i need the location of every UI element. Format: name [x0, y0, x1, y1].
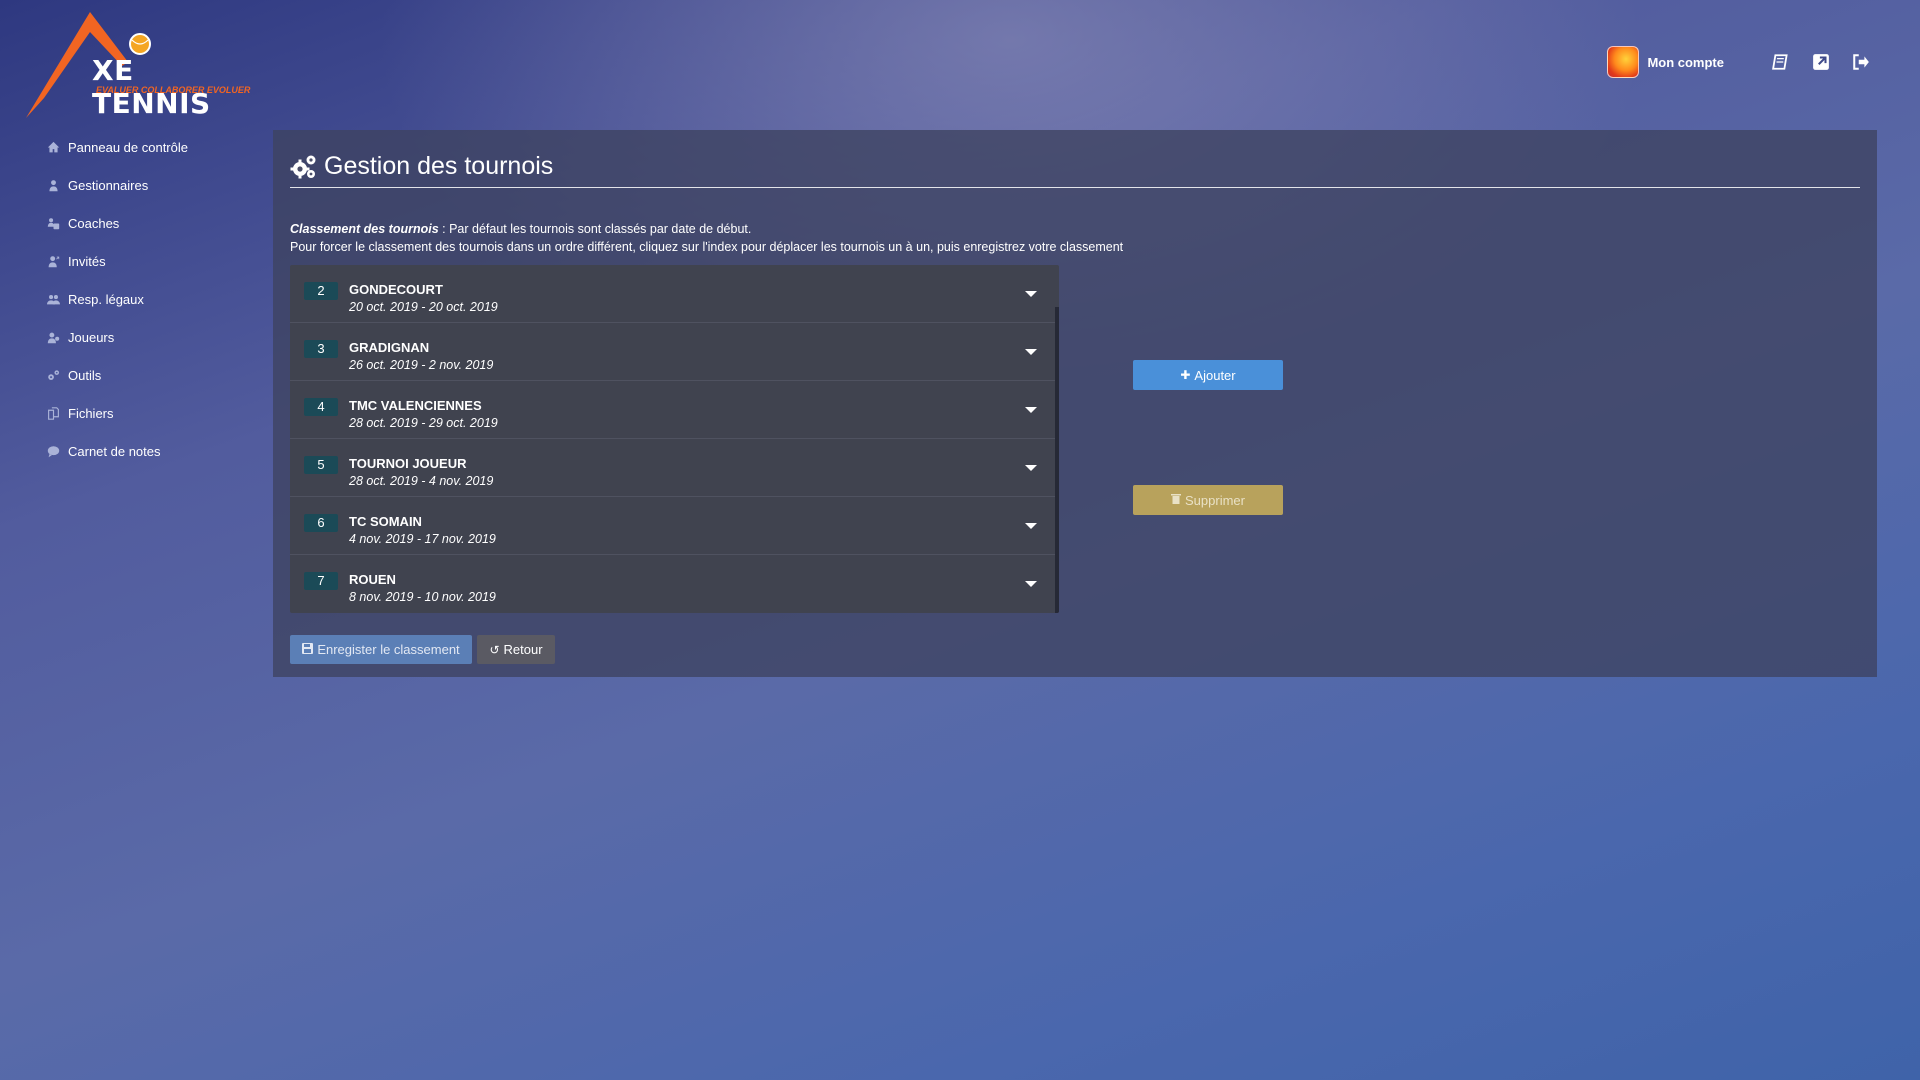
list-item[interactable]: 2 GONDECOURT 20 oct. 2019 - 20 oct. 2019 — [290, 265, 1059, 323]
index-badge[interactable]: 4 — [304, 398, 338, 416]
cogs-icon — [46, 368, 60, 382]
page-header: Gestion des tournois — [290, 152, 1860, 188]
sidebar-item-invites[interactable]: Invités — [46, 242, 266, 280]
tournament-dates: 20 oct. 2019 - 20 oct. 2019 — [349, 300, 498, 314]
caret-down-icon[interactable] — [1025, 407, 1037, 413]
sidebar-item-carnet[interactable]: Carnet de notes — [46, 432, 266, 470]
caret-down-icon[interactable] — [1025, 581, 1037, 587]
sidebar-item-label: Panneau de contrôle — [68, 139, 188, 155]
sidebar-item-label: Invités — [68, 253, 106, 269]
sidebar-item-coaches[interactable]: Coaches — [46, 204, 266, 242]
index-badge[interactable]: 3 — [304, 340, 338, 358]
caret-down-icon[interactable] — [1025, 465, 1037, 471]
tournament-dates: 4 nov. 2019 - 17 nov. 2019 — [349, 532, 496, 546]
tournament-dates: 26 oct. 2019 - 2 nov. 2019 — [349, 358, 494, 372]
list-item[interactable]: 3 GRADIGNAN 26 oct. 2019 - 2 nov. 2019 — [290, 323, 1059, 381]
info-heading: Classement des tournois — [290, 222, 439, 236]
tournament-name: TMC VALENCIENNES — [349, 398, 482, 413]
ranking-info: Classement des tournois : Par défaut les… — [290, 220, 1123, 256]
guest-icon — [46, 254, 60, 268]
list-item[interactable]: 5 TOURNOI JOUEUR 28 oct. 2019 - 4 nov. 2… — [290, 439, 1059, 497]
sidebar-item-label: Resp. légaux — [68, 291, 144, 307]
tournament-panel: Gestion des tournois Classement des tour… — [273, 130, 1877, 677]
tournament-list: 2 GONDECOURT 20 oct. 2019 - 20 oct. 2019… — [290, 265, 1059, 613]
sidebar-item-label: Carnet de notes — [68, 443, 161, 459]
account-link[interactable]: Mon compte — [1647, 55, 1724, 70]
list-item[interactable]: 6 TC SOMAIN 4 nov. 2019 - 17 nov. 2019 — [290, 497, 1059, 555]
tournament-name: TOURNOI JOUEUR — [349, 456, 467, 471]
files-icon — [46, 406, 60, 420]
sidebar-item-joueurs[interactable]: Joueurs — [46, 318, 266, 356]
info-line-2: Pour forcer le classement des tournois d… — [290, 240, 1124, 254]
back-button-label: Retour — [503, 642, 543, 657]
tournament-dates: 28 oct. 2019 - 29 oct. 2019 — [349, 416, 498, 430]
save-button-label: Enregister le classement — [317, 642, 460, 657]
undo-icon: ↺ — [489, 642, 500, 657]
tournament-dates: 8 nov. 2019 - 10 nov. 2019 — [349, 590, 496, 604]
coach-icon — [46, 216, 60, 230]
sidebar-item-fichiers[interactable]: Fichiers — [46, 394, 266, 432]
cogs-icon — [290, 153, 318, 181]
sidebar-item-label: Gestionnaires — [68, 177, 149, 193]
logout-icon[interactable] — [1852, 53, 1870, 71]
index-badge[interactable]: 5 — [304, 456, 338, 474]
sidebar-item-resp-legaux[interactable]: Resp. légaux — [46, 280, 266, 318]
caret-down-icon[interactable] — [1025, 349, 1037, 355]
tournament-name: GONDECOURT — [349, 282, 443, 297]
tournament-name: GRADIGNAN — [349, 340, 430, 355]
trash-icon — [1171, 493, 1182, 507]
caret-down-icon[interactable] — [1025, 523, 1037, 529]
index-badge[interactable]: 7 — [304, 572, 338, 590]
sidebar-item-label: Coaches — [68, 215, 120, 231]
avatar[interactable] — [1607, 46, 1640, 78]
book-icon[interactable] — [1772, 53, 1790, 71]
plus-icon: ✚ — [1180, 368, 1191, 382]
back-button[interactable]: ↺ Retour — [477, 635, 555, 664]
sidebar-item-label: Outils — [68, 367, 102, 383]
index-badge[interactable]: 6 — [304, 514, 338, 532]
tournament-name: ROUEN — [349, 572, 396, 587]
sidebar-item-label: Joueurs — [68, 329, 115, 345]
add-tournament-button[interactable]: ✚ Ajouter — [1133, 360, 1283, 390]
external-link-icon[interactable] — [1812, 53, 1830, 71]
index-badge[interactable]: 2 — [304, 282, 338, 300]
sidebar: Panneau de contrôle Gestionnaires Coache… — [46, 128, 266, 470]
brand-logo[interactable]: XE TENNIS EVALUER COLLABORER EVOLUER — [24, 10, 250, 122]
sidebar-item-label: Fichiers — [68, 405, 114, 421]
tournament-dates: 28 oct. 2019 - 4 nov. 2019 — [349, 474, 494, 488]
players-icon — [46, 330, 60, 344]
sidebar-item-outils[interactable]: Outils — [46, 356, 266, 394]
save-icon — [302, 642, 314, 657]
delete-button-label: Supprimer — [1185, 492, 1245, 508]
list-item[interactable]: 4 TMC VALENCIENNES 28 oct. 2019 - 29 oct… — [290, 381, 1059, 439]
user-icon — [46, 178, 60, 192]
sidebar-item-panneau[interactable]: Panneau de contrôle — [46, 128, 266, 166]
comment-icon — [46, 444, 60, 458]
list-item[interactable]: 7 ROUEN 8 nov. 2019 - 10 nov. 2019 — [290, 555, 1059, 612]
sidebar-item-gestionnaires[interactable]: Gestionnaires — [46, 166, 266, 204]
save-ranking-button[interactable]: Enregister le classement — [290, 635, 472, 664]
info-line-1: : Par défaut les tournois sont classés p… — [438, 222, 752, 236]
users-icon — [46, 292, 60, 306]
page-title: Gestion des tournois — [324, 152, 554, 180]
tournament-name: TC SOMAIN — [349, 514, 422, 529]
brand-tagline: EVALUER COLLABORER EVOLUER — [96, 85, 251, 95]
add-button-label: Ajouter — [1194, 367, 1236, 383]
delete-tournament-button[interactable]: Supprimer — [1133, 485, 1283, 515]
top-bar: Mon compte — [1607, 46, 1870, 78]
caret-down-icon[interactable] — [1025, 291, 1037, 297]
home-icon — [46, 140, 60, 154]
